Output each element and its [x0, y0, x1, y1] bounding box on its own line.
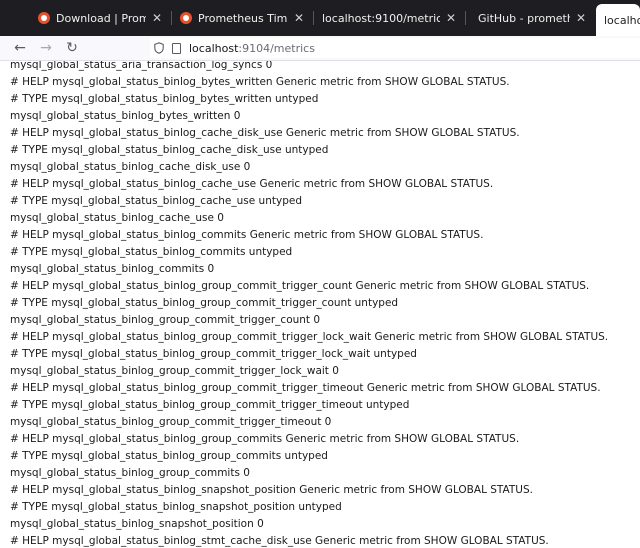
back-button[interactable]: ← [10, 38, 30, 58]
close-icon[interactable]: ✕ [576, 11, 586, 25]
page-icon[interactable] [172, 42, 181, 54]
url-host: localhost [189, 41, 239, 55]
tab-localhost-9100-metrics[interactable]: localhost:9100/metrics ✕ [314, 4, 464, 32]
metric-line: # HELP mysql_global_status_binlog_cache_… [10, 178, 494, 190]
metric-line: # TYPE mysql_global_status_binlog_group_… [10, 297, 399, 309]
tab-label: localhost:9100/metrics [322, 11, 440, 25]
tab-prometheus-time-series[interactable]: Prometheus Time Ser ✕ [172, 4, 312, 32]
metric-line: # TYPE mysql_global_status_binlog_cache_… [10, 144, 329, 156]
metric-line: # HELP mysql_global_status_binlog_group_… [10, 280, 590, 292]
metric-line: mysql_global_status_binlog_cache_use 0 [10, 212, 224, 224]
metric-line: mysql_global_status_binlog_bytes_written… [10, 110, 241, 122]
metric-line: # HELP mysql_global_status_binlog_cache_… [10, 127, 520, 139]
arrow-left-icon: ← [14, 40, 26, 56]
tab-label: Download | Promethe [56, 11, 146, 25]
forward-button[interactable]: → [36, 38, 56, 58]
metrics-page: mysql_global_status_aria_transaction_log… [0, 61, 640, 548]
shield-icon[interactable] [154, 42, 164, 54]
metric-line: mysql_global_status_binlog_commits 0 [10, 263, 215, 275]
metric-line: # HELP mysql_global_status_binlog_bytes_… [10, 76, 510, 88]
metric-line: # HELP mysql_global_status_binlog_group_… [10, 382, 601, 394]
address-bar[interactable]: localhost:9104/metrics [150, 38, 640, 58]
metric-line: mysql_global_status_binlog_group_commit_… [10, 365, 339, 377]
metric-line: # HELP mysql_global_status_binlog_group_… [10, 433, 520, 445]
metric-line: # TYPE mysql_global_status_binlog_cache_… [10, 195, 302, 207]
prometheus-icon [38, 12, 50, 24]
metric-line: mysql_global_status_binlog_snapshot_posi… [10, 518, 264, 530]
tab-download-prometheus[interactable]: Download | Promethe ✕ [30, 4, 170, 32]
close-icon[interactable]: ✕ [294, 11, 304, 25]
url-path: :9104/metrics [238, 41, 315, 55]
metric-line: # HELP mysql_global_status_binlog_group_… [10, 331, 609, 343]
arrow-right-icon: → [40, 40, 52, 56]
reload-icon: ↻ [66, 40, 78, 56]
metric-line: # HELP mysql_global_status_binlog_stmt_c… [10, 535, 549, 547]
tab-bar: Download | Promethe ✕ Prometheus Time Se… [0, 0, 640, 36]
tab-label: GitHub - prometheus/ [478, 11, 570, 25]
tab-separator [465, 11, 466, 25]
metrics-text: mysql_global_status_aria_transaction_log… [10, 61, 608, 548]
prometheus-icon [180, 12, 192, 24]
metric-line: # TYPE mysql_global_status_binlog_group_… [10, 450, 328, 462]
reload-button[interactable]: ↻ [62, 38, 82, 58]
tab-localhost-active[interactable]: localhos [596, 4, 640, 36]
metric-line: # TYPE mysql_global_status_binlog_commit… [10, 246, 293, 258]
tab-label: Prometheus Time Ser [198, 11, 288, 25]
metric-line: mysql_global_status_aria_transaction_log… [10, 61, 273, 71]
tab-label: localhos [604, 13, 640, 27]
nav-toolbar: ← → ↻ localhost:9104/metrics [0, 36, 640, 61]
close-icon[interactable]: ✕ [446, 11, 456, 25]
metric-line: # HELP mysql_global_status_binlog_snapsh… [10, 484, 533, 496]
metric-line: mysql_global_status_binlog_group_commit_… [10, 314, 321, 326]
metric-line: # TYPE mysql_global_status_binlog_bytes_… [10, 93, 319, 105]
close-icon[interactable]: ✕ [152, 11, 162, 25]
metric-line: # TYPE mysql_global_status_binlog_group_… [10, 399, 410, 411]
tab-github-prometheus[interactable]: GitHub - prometheus/ ✕ [470, 4, 594, 32]
metric-line: mysql_global_status_binlog_group_commits… [10, 467, 250, 479]
metric-line: # TYPE mysql_global_status_binlog_group_… [10, 348, 417, 360]
metric-line: # HELP mysql_global_status_binlog_commit… [10, 229, 484, 241]
metric-line: mysql_global_status_binlog_group_commit_… [10, 416, 332, 428]
metric-line: # TYPE mysql_global_status_binlog_snapsh… [10, 501, 342, 513]
metric-line: mysql_global_status_binlog_cache_disk_us… [10, 161, 251, 173]
